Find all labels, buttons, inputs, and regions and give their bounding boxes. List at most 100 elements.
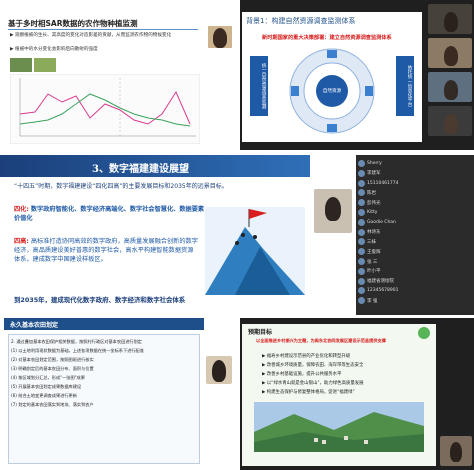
participant-name: 王俊辉 <box>367 249 381 255</box>
participant-name: 15110461774 <box>367 180 399 186</box>
participant-item[interactable]: 陈岩 <box>358 188 414 197</box>
participant-item[interactable]: Sherry <box>358 159 414 168</box>
participant-item[interactable]: Kitty <box>358 208 414 217</box>
participant-name: 李 强 <box>367 298 378 304</box>
body-line: 2. 通过叠加基本农田保护相关数据，按照村行政区对基本农田进行划定 <box>11 339 142 344</box>
goal-item: ▶ 改善城乡环境质量，保障农田、海岸带等生态安全 <box>262 363 364 368</box>
shared-slide-digital-fujian: 3、数字福建建设展望 “十四五”时期，数字福建建设“四化四高”的主要发展目标和2… <box>0 155 310 315</box>
avatar <box>358 238 365 246</box>
avatar <box>358 248 365 256</box>
slide-bullet-2: ▶ 植被中的水分变化会影响后向散射的强度 <box>10 47 98 52</box>
crop-monitoring-chart <box>10 74 200 144</box>
slide-subtitle: 新时期国家的重大决策部署：建立自然资源调查监测体系 <box>262 35 392 41</box>
avatar <box>358 287 365 295</box>
speaker-camera <box>206 356 232 384</box>
avatar <box>358 179 365 187</box>
participant-item[interactable]: 15110461774 <box>358 179 414 188</box>
participant-item[interactable]: 叶小平 <box>358 267 414 276</box>
shared-slide-sar: 基于多时相SAR数据的农作物种植监测 ▶ 观察植被的生长、其高度的变化对造影差的… <box>2 2 206 148</box>
participant-list-inner: Sherry 李建军 15110461774 陈岩彭伟光 Kitty Goodie Cha… <box>356 159 416 309</box>
video-tile-bottom-left[interactable]: 永久基本农田划定 2. 通过叠加基本农田保护相关数据，按照村行政区对基本农田进行… <box>0 318 234 470</box>
shared-slide-background: 背景1：构建自然资源调查监测体系 新时期国家的重大决策部署：建立自然资源调查监测… <box>242 12 422 142</box>
inset-image <box>34 58 56 72</box>
video-tile-bottom-right[interactable]: 预期目标 以全面推进乡村振兴为主题，为闽东北协同发展区建设示范县提供支撑 ▶ 福… <box>240 318 474 470</box>
speaker-camera <box>208 2 232 148</box>
participant-name: 三妹 <box>367 239 376 245</box>
slide-title: 3、数字福建建设展望 <box>92 164 189 175</box>
participant-name: 林诗东 <box>367 230 381 236</box>
participant-name: 陈岩 <box>367 190 376 196</box>
slide-title: 背景1：构建自然资源调查监测体系 <box>246 17 356 25</box>
avatar <box>358 297 365 305</box>
participant-name: 彭伟光 <box>367 200 381 206</box>
slide-title: 永久基本农田划定 <box>10 322 59 329</box>
avatar <box>358 189 365 197</box>
avatar <box>358 218 365 226</box>
participant-item[interactable]: 李 强 <box>358 296 414 305</box>
avatar <box>358 277 365 285</box>
avatar <box>358 267 365 275</box>
shared-slide-farmland: 永久基本农田划定 2. 通过叠加基本农田保护相关数据，按照村行政区对基本农田进行… <box>4 318 204 468</box>
sihua-block: 四化: 数字政府智能化、数字经济高端化、数字社会智慧化、数据要素价值化 <box>14 205 209 223</box>
avatar <box>358 209 365 216</box>
sihua-text: 数字政府智能化、数字经济高端化、数字社会智慧化、数据要素价值化 <box>14 206 205 222</box>
participant-name: 李建军 <box>367 171 381 177</box>
participant-item[interactable]: 李建军 <box>358 169 414 178</box>
slide-title: 预期目标 <box>248 329 273 336</box>
participant-name: 张 三 <box>367 259 378 265</box>
goal-item: ▶ 福寿乡村建设示范县的产业优化和转型升级 <box>262 354 351 359</box>
participant-name: 叶小平 <box>367 269 381 275</box>
video-tile-top-left[interactable]: 基于多时相SAR数据的农作物种植监测 ▶ 观察植被的生长、其高度的变化对造影差的… <box>0 0 234 150</box>
mountain-flag-illustration <box>205 207 305 295</box>
participant-item[interactable]: 彭伟光 <box>358 198 414 207</box>
goal-text: 到2035年，建成现代化数字政府、数字经济和数字社会体系 <box>14 296 186 304</box>
participant-item[interactable]: 林诗东 <box>358 228 414 237</box>
video-tile-top-right[interactable]: 背景1：构建自然资源调查监测体系 新时期国家的重大决策部署：建立自然资源调查监测… <box>240 0 474 150</box>
video-tile-middle[interactable]: 3、数字福建建设展望 “十四五”时期，数字福建建设“四化四高”的主要发展目标和2… <box>0 155 474 315</box>
participant-item[interactable]: 福建省测绘院 <box>358 277 414 286</box>
participant-item[interactable]: 张 三 <box>358 257 414 266</box>
left-box: 统一自然资源调查监测 <box>250 56 268 116</box>
sigao-label: 四高: <box>14 238 29 245</box>
body-line: (6) 结合土地变更调查成果进行更新 <box>11 393 77 398</box>
body-line: (2) 对基本农田划定范围，按照图斑进行核实 <box>11 357 94 362</box>
ring-center-label: 自然资源 <box>322 89 342 94</box>
participant-name: Goodie Chan <box>367 219 396 225</box>
side-cam-column <box>426 0 474 150</box>
body-text-box: 2. 通过叠加基本农田保护相关数据，按照村行政区对基本农田进行划定 (1) 以土… <box>8 334 200 464</box>
body-line: (3) 明确划定后的基本农田分布、面积与位置 <box>11 366 94 371</box>
sigao-block: 四高: 高标准打造协同高效的数字政府，高质量发展融合创新的数字经济，高品质建设美… <box>14 237 199 264</box>
participant-item[interactable]: 三妹 <box>358 237 414 246</box>
avatar <box>358 199 365 207</box>
inset-image <box>10 58 32 72</box>
slide-title: 基于多时相SAR数据的农作物种植监测 <box>8 19 138 28</box>
side-cam-column <box>438 318 474 470</box>
slide-bullet-1: ▶ 观察植被的生长、其高度的变化对造影差的贡献，从而监测农作物的物候变化 <box>10 33 172 38</box>
slide-intro: “十四五”时期，数字福建建设“四化四高”的主要发展目标和2035年的远景目标。 <box>14 183 228 190</box>
participant-name: Kitty <box>367 210 378 215</box>
avatar <box>358 169 365 177</box>
shared-slide-goals: 预期目标 以全面推进乡村振兴为主题，为闽东北协同发展区建设示范县提供支撑 ▶ 福… <box>242 324 436 466</box>
header-text: 以全面推进乡村振兴为主题，为闽东北协同发展区建设示范县提供支撑 <box>256 338 386 343</box>
goal-item: ▶ 以“绿水青山就是金山银山”，助力绿色高质量发展 <box>262 381 364 386</box>
participant-item[interactable]: Goodie Chan <box>358 218 414 227</box>
avatar <box>358 228 365 236</box>
goal-list: ▶ 福寿乡村建设示范县的产业优化和转型升级 ▶ 改善城乡环境质量，保障农田、海岸… <box>262 352 422 397</box>
goal-item: ▶ 构建生态保护与修复整体格局，促进“福建绿” <box>262 390 355 395</box>
avatar <box>358 160 365 167</box>
body-line: (1) 以土地利用现状数据为基础，上述各项数据在统一坐标系下进行配准 <box>11 348 144 353</box>
sihua-label: 四化: <box>14 206 29 213</box>
goal-item: ▶ 改善乡村基础设施，提升公共服务水平 <box>262 372 342 377</box>
participant-list[interactable]: Sherry 李建军 15110461774 陈岩彭伟光 Kitty Goodie Cha… <box>356 155 474 315</box>
participant-name: Sherry <box>367 161 382 166</box>
body-line: (7) 划定的基本农田落实到地块、落实到农户 <box>11 402 94 407</box>
participant-item[interactable]: 12345678901 <box>358 286 414 295</box>
body-line: (5) 开展基本农田划定成果数据库建设 <box>11 384 82 389</box>
right-box: 依托统一信息化平台 <box>396 56 414 116</box>
landscape-photo <box>254 402 424 452</box>
body-line: (4) 按区域划分汇总，形成"一张图"成果 <box>11 375 85 380</box>
participant-item[interactable]: 王俊辉 <box>358 247 414 256</box>
avatar <box>358 258 365 265</box>
sigao-text: 高标准打造协同高效的数字政府，高质量发展融合创新的数字经济，高品质建设美好普惠的… <box>14 238 198 263</box>
participant-name: 福建省测绘院 <box>367 279 394 285</box>
